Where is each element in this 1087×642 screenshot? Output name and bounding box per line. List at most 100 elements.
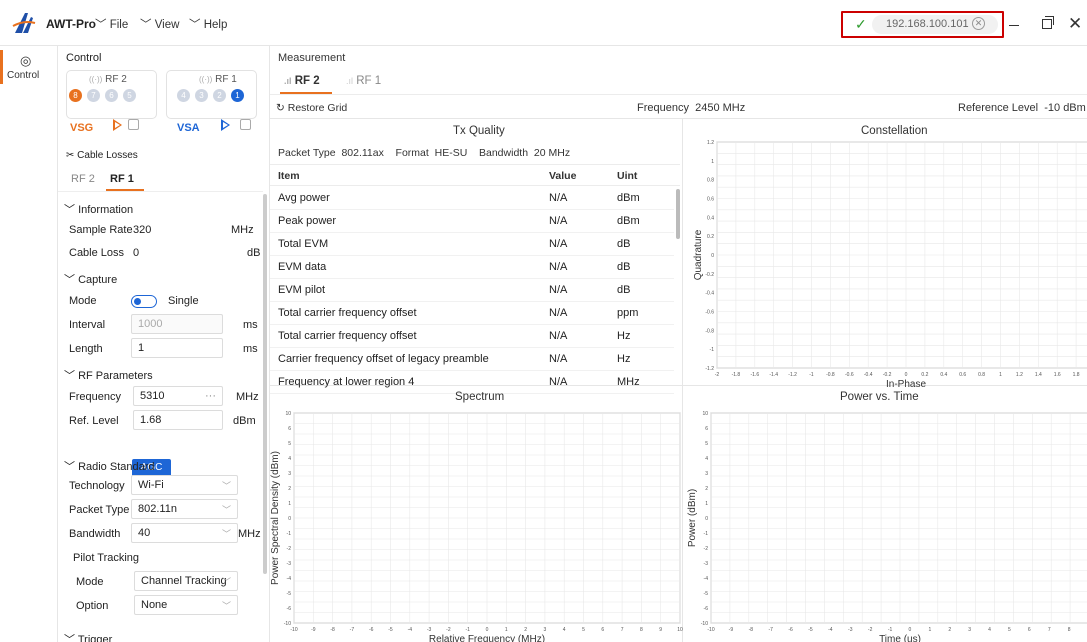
measure-tab-rf2[interactable]: .ıl RF 2 — [284, 75, 320, 87]
x-tick-label: 1.4 — [1035, 372, 1042, 378]
cell-item: Total EVM — [278, 238, 329, 250]
restore-button[interactable] — [1042, 16, 1054, 29]
menu-help[interactable]: ﹀ Help — [189, 16, 227, 32]
restore-grid-button[interactable]: ↻ Restore Grid — [276, 102, 347, 114]
length-input[interactable]: 1 — [131, 338, 223, 358]
capture-header[interactable]: ﹀ Capture — [64, 271, 117, 287]
x-tick-label: 3 — [544, 627, 547, 633]
x-tick-label: 3 — [968, 627, 971, 633]
table-row[interactable]: Carrier frequency offset of legacy pream… — [270, 348, 674, 371]
vsg-checkbox[interactable] — [128, 119, 139, 130]
table-row[interactable]: Total EVM N/A dB — [270, 233, 674, 256]
table-row[interactable]: Avg power N/A dBm — [270, 187, 674, 210]
x-tick-label: 1 — [928, 627, 931, 633]
connected-check-icon: ✓ — [855, 16, 867, 32]
ref-level-input[interactable]: 1.68 — [133, 410, 223, 430]
menu-view[interactable]: ﹀ View — [140, 16, 179, 32]
trigger-header[interactable]: ﹀ Trigger — [64, 631, 112, 642]
pilot-mode-select[interactable]: Channel Tracking ﹀ — [134, 571, 238, 591]
chevron-down-icon: ﹀ — [64, 634, 75, 642]
radio-standard-header[interactable]: ﹀ Radio Standard — [64, 458, 155, 474]
port-3[interactable]: 3 — [195, 89, 208, 102]
panel-scrollbar[interactable] — [263, 194, 267, 574]
rf1-label: ((·)) RF 1 — [199, 74, 237, 85]
y-tick-label: -2 — [704, 546, 709, 552]
cable-losses-text: Cable Losses — [77, 150, 138, 161]
capture-mode-toggle[interactable] — [131, 295, 157, 308]
port-6[interactable]: 6 — [105, 89, 118, 102]
frequency-more-icon[interactable]: ··· — [205, 390, 216, 402]
cable-tab-rf2[interactable]: RF 2 — [71, 173, 95, 185]
measure-frequency-label: Frequency — [637, 102, 689, 114]
table-row[interactable]: Peak power N/A dBm — [270, 210, 674, 233]
control-title: Control — [66, 52, 102, 64]
x-tick-label: -5 — [388, 627, 393, 633]
y-tick-label: 3 — [705, 471, 708, 477]
cable-tab-rf1[interactable]: RF 1 — [110, 173, 134, 185]
option-value: None — [141, 599, 168, 611]
table-scrollbar[interactable] — [676, 189, 680, 239]
x-axis-label: Relative Frequency (MHz) — [429, 634, 545, 642]
minimize-button[interactable] — [1009, 25, 1019, 26]
port-4[interactable]: 4 — [177, 89, 190, 102]
bandwidth-unit: MHz — [238, 528, 261, 540]
x-tick-label: 0.2 — [921, 372, 928, 378]
technology-select[interactable]: Wi-Fi ﹀ — [131, 475, 238, 495]
bars-icon: .ıl — [346, 76, 354, 86]
vsa-checkbox[interactable] — [240, 119, 251, 130]
rf-parameters-header[interactable]: ﹀ RF Parameters — [64, 367, 153, 383]
port-1[interactable]: 1 — [231, 89, 244, 102]
chevron-down-icon: ﹀ — [64, 204, 75, 216]
cable-loss-label: Cable Loss — [69, 247, 125, 259]
bandwidth-select[interactable]: 40 ﹀ — [131, 523, 238, 543]
x-tick-label: -0.8 — [826, 372, 835, 378]
menu-file[interactable]: ﹀ File — [95, 16, 128, 32]
tx-table-header: Item Value Uint — [270, 164, 680, 186]
table-row[interactable]: Total carrier frequency offset N/A Hz — [270, 325, 674, 348]
cable-losses[interactable]: ✂ Cable Losses — [66, 150, 138, 161]
x-tick-label: 7 — [621, 627, 624, 633]
close-button[interactable]: ✕ — [1068, 14, 1082, 34]
measure-ref-level-label: Reference Level — [958, 102, 1039, 114]
y-tick-label: -3 — [287, 561, 292, 567]
interval-input[interactable]: 1000 — [131, 314, 223, 334]
port-2[interactable]: 2 — [213, 89, 226, 102]
vsa-play-icon[interactable] — [221, 119, 230, 131]
disconnect-icon[interactable]: ✕ — [972, 17, 985, 30]
tx-format-label: Format — [395, 147, 429, 159]
cell-item: EVM pilot — [278, 284, 326, 296]
length-unit: ms — [243, 343, 258, 355]
vsg-play-icon[interactable] — [113, 119, 122, 131]
x-tick-label: 4 — [563, 627, 566, 633]
measure-ref-level: Reference Level -10 dBm — [958, 102, 1086, 114]
capture-header-text: Capture — [78, 274, 118, 286]
port-5[interactable]: 5 — [123, 89, 136, 102]
rf1-label-text: RF 1 — [215, 74, 237, 85]
cell-unit: dB — [617, 284, 631, 296]
port-7[interactable]: 7 — [87, 89, 100, 102]
y-tick-label: -10 — [284, 621, 291, 627]
table-row[interactable]: EVM pilot N/A dB — [270, 279, 674, 302]
rf-parameters-header-text: RF Parameters — [78, 370, 153, 382]
cable-loss-unit: dB — [247, 247, 261, 259]
x-tick-label: -10 — [707, 627, 714, 633]
nav-rail: ◎ Control — [0, 46, 58, 642]
menu-help-label: Help — [203, 19, 228, 31]
x-tick-label: -1.8 — [732, 372, 741, 378]
chevron-down-icon: ﹀ — [221, 601, 231, 611]
cable-loss-value: 0 — [133, 247, 140, 259]
measure-tab-rf1[interactable]: .ıl RF 1 — [346, 75, 381, 87]
frequency-input[interactable]: 5310 ··· — [133, 386, 223, 406]
x-tick-label: -1.2 — [788, 372, 797, 378]
table-row[interactable]: EVM data N/A dB — [270, 256, 674, 279]
measurement-area: Measurement .ıl RF 2 .ıl RF 1 ↻ Restore … — [270, 46, 1087, 642]
divider — [58, 191, 263, 192]
packet-type-select[interactable]: 802.11n ﹀ — [131, 499, 238, 519]
information-header[interactable]: ﹀ Information — [64, 201, 133, 217]
table-row[interactable]: Total carrier frequency offset N/A ppm — [270, 302, 674, 325]
y-tick-label: -2 — [287, 546, 292, 552]
interval-unit: ms — [243, 319, 258, 331]
grid-lines — [710, 412, 1087, 624]
option-select[interactable]: None ﹀ — [134, 595, 238, 615]
port-8[interactable]: 8 — [69, 89, 82, 102]
